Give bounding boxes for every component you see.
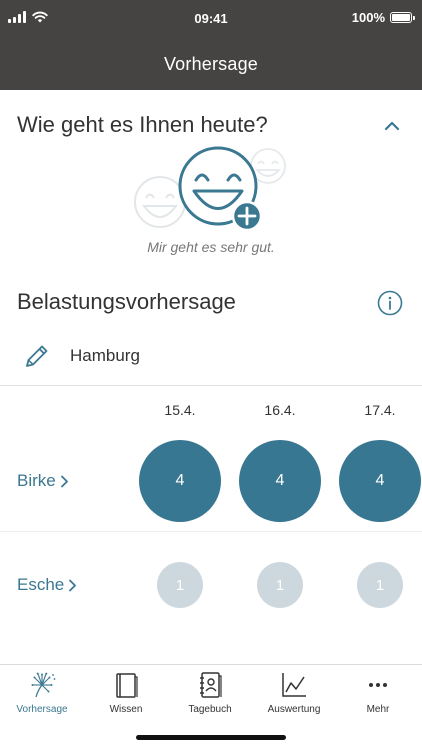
level-value: 1	[275, 576, 285, 594]
tab-auswertung[interactable]: Auswertung	[252, 670, 336, 715]
plant-row-esche: Esche 1 1 1	[0, 532, 422, 632]
chevron-right-icon	[60, 475, 68, 487]
level-value: 4	[275, 472, 285, 489]
tab-tagebuch[interactable]: Tagebuch	[168, 670, 252, 715]
tab-label: Tagebuch	[188, 704, 232, 715]
diary-icon	[200, 672, 222, 698]
forecast-date: 17.4.	[364, 402, 396, 418]
mood-faces-add-button[interactable]	[134, 144, 294, 236]
book-icon	[116, 673, 138, 698]
home-indicator[interactable]	[136, 735, 286, 740]
more-icon	[369, 683, 387, 687]
battery-status: 100%	[351, 10, 415, 25]
plant-link-birke[interactable]: Birke	[17, 471, 69, 491]
navigation-header: Vorhersage	[0, 38, 422, 90]
forecast-date: 16.4.	[264, 402, 296, 418]
pollen-level-badge[interactable]: 4	[139, 440, 221, 522]
tab-mehr[interactable]: Mehr	[336, 670, 420, 715]
dandelion-icon	[31, 672, 56, 698]
tab-label: Wissen	[109, 704, 143, 715]
tab-vorhersage[interactable]: Vorhersage	[0, 670, 84, 715]
pollen-level-badge[interactable]: 4	[339, 440, 421, 522]
level-value: 4	[175, 472, 185, 489]
pollen-level-badge[interactable]: 1	[257, 562, 303, 608]
plant-link-esche[interactable]: Esche	[17, 575, 77, 595]
battery-icon	[390, 12, 415, 23]
pollen-level-badge[interactable]: 1	[157, 562, 203, 608]
plant-row-birke: Birke 4 4 4	[0, 432, 422, 532]
tab-label: Auswertung	[267, 704, 321, 715]
forecast-title: Belastungsvorhersage	[17, 289, 236, 314]
pencil-icon[interactable]	[23, 342, 51, 370]
location-name: Hamburg	[70, 346, 140, 365]
level-value: 1	[375, 576, 385, 594]
mood-caption: Mir geht es sehr gut.	[147, 239, 275, 255]
page-title: Vorhersage	[163, 53, 259, 74]
level-value: 4	[375, 472, 385, 489]
pollen-level-badge[interactable]: 4	[239, 440, 321, 522]
plant-name: Esche	[17, 575, 65, 594]
chart-icon	[282, 673, 306, 697]
info-icon[interactable]	[377, 290, 403, 316]
battery-percent: 100%	[351, 10, 385, 25]
mood-question: Wie geht es Ihnen heute?	[17, 112, 268, 137]
forecast-date: 15.4.	[164, 402, 196, 418]
level-value: 1	[175, 576, 185, 594]
chevron-right-icon	[69, 579, 77, 591]
tab-wissen[interactable]: Wissen	[84, 670, 168, 715]
tab-label: Mehr	[366, 704, 390, 715]
pollen-level-badge[interactable]: 1	[357, 562, 403, 608]
plus-icon	[231, 200, 263, 232]
status-bar: 09:41 100%	[0, 0, 422, 38]
location-selector[interactable]: Hamburg	[0, 334, 422, 386]
tab-label: Vorhersage	[16, 704, 68, 715]
plant-name: Birke	[17, 471, 56, 490]
faded-smiley-icon	[134, 176, 186, 228]
chevron-up-icon[interactable]	[380, 114, 404, 138]
